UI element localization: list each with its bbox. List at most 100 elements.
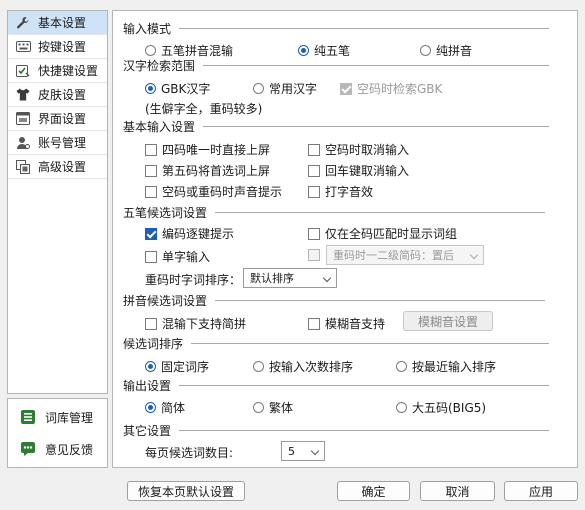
radio-button[interactable]	[298, 45, 309, 56]
checkbox-four-code-commit[interactable]: 四码唯一时直接上屏	[145, 141, 270, 158]
sidebar-item-label: 按键设置	[38, 40, 87, 54]
user-icon	[15, 135, 31, 151]
section-input-mode: 输入模式	[123, 21, 550, 36]
checkbox-mixed-abbr[interactable]: 混输下支持简拼	[145, 315, 246, 332]
shortcut-icon	[15, 63, 31, 79]
checkbox[interactable]	[145, 317, 157, 330]
per-page-select[interactable]: 5	[281, 441, 325, 461]
sidebar-item-interface[interactable]: 界面设置	[8, 107, 107, 131]
radio-label: 按最近输入排序	[412, 360, 497, 374]
radio-button[interactable]	[396, 402, 407, 413]
section-title: 五笔候选词设置	[123, 205, 208, 220]
radio-button[interactable]	[145, 45, 156, 56]
select-value: 5	[288, 444, 295, 458]
fuzzy-settings-button[interactable]: 模糊音设置	[403, 311, 493, 331]
checkbox[interactable]	[145, 143, 157, 156]
checkbox-label: 仅在全码匹配时显示词组	[325, 227, 458, 241]
checkbox[interactable]	[308, 164, 320, 177]
radio-button[interactable]	[253, 402, 264, 413]
feedback-link[interactable]: 意见反馈	[8, 435, 107, 463]
radio-button[interactable]	[145, 402, 156, 413]
checkbox-label: 编码逐键提示	[162, 227, 235, 241]
radio-button[interactable]	[396, 361, 407, 372]
charset-note: (生僻字全，重码较多)	[145, 102, 263, 116]
section-title: 基本输入设置	[123, 119, 196, 134]
settings-sidebar: 基本设置 按键设置 快捷键设置 皮肤设置 界面设置 账号管理 高级设置	[7, 10, 108, 394]
checkbox[interactable]	[308, 185, 320, 198]
radio-gbk[interactable]: GBK汉字	[145, 80, 210, 97]
dictionary-manager-link[interactable]: 词库管理	[8, 403, 107, 431]
apply-button[interactable]: 应用	[504, 481, 578, 501]
checkbox-single-char[interactable]: 单字输入	[145, 248, 210, 265]
radio-button[interactable]	[145, 83, 156, 94]
dictionary-icon	[20, 409, 36, 425]
checkbox-enter-cancel[interactable]: 回车键取消输入	[308, 162, 409, 179]
section-divider	[179, 429, 550, 431]
section-divider	[179, 384, 550, 386]
sidebar-item-basic[interactable]: 基本设置	[8, 11, 107, 35]
checkbox-label: 第五码将首选词上屏	[162, 164, 271, 178]
sidebar-item-keys[interactable]: 按键设置	[8, 35, 107, 59]
radio-pure-wubi[interactable]: 纯五笔	[298, 42, 350, 59]
radio-order-by-recent[interactable]: 按最近输入排序	[396, 358, 496, 375]
checkbox[interactable]	[145, 227, 157, 240]
radio-label: 繁体	[269, 401, 294, 415]
checkbox-label: 四码唯一时直接上屏	[162, 143, 271, 157]
radio-order-by-count[interactable]: 按输入次数排序	[253, 358, 353, 375]
radio-label: 按输入次数排序	[269, 360, 354, 374]
sidebar-item-label: 账号管理	[38, 136, 87, 150]
sidebar-item-label: 基本设置	[38, 16, 87, 30]
checkbox[interactable]	[145, 164, 157, 177]
checkbox[interactable]	[145, 250, 157, 263]
checkbox-empty-cancel[interactable]: 空码时取消输入	[308, 141, 409, 158]
checkbox[interactable]	[340, 82, 352, 95]
radio-button[interactable]	[253, 83, 264, 94]
cancel-button[interactable]: 取消	[420, 481, 495, 501]
restore-defaults-button[interactable]: 恢复本页默认设置	[127, 481, 245, 501]
shirt-icon	[15, 87, 31, 103]
section-basic-input: 基本输入设置	[123, 119, 550, 134]
radio-label: 大五码(BIG5)	[412, 401, 487, 415]
section-title: 输出设置	[123, 378, 172, 393]
radio-button[interactable]	[145, 361, 156, 372]
radio-button[interactable]	[420, 45, 431, 56]
radio-label: 纯五笔	[314, 44, 351, 58]
checkbox-fifth-code-commit[interactable]: 第五码将首选词上屏	[145, 162, 270, 179]
checkbox-sound-hint[interactable]: 空码或重码时声音提示	[145, 183, 282, 200]
checkbox-empty-code-gbk[interactable]: 空码时检索GBK	[340, 80, 442, 97]
radio-pure-pinyin[interactable]: 纯拼音	[420, 42, 472, 59]
radio-label: GBK汉字	[161, 82, 211, 96]
radio-button[interactable]	[253, 361, 264, 372]
sidebar-item-advanced[interactable]: 高级设置	[8, 155, 107, 179]
checkbox-label: 混输下支持简拼	[162, 317, 247, 331]
sort-select[interactable]: 默认排序	[243, 268, 337, 288]
sidebar-item-skin[interactable]: 皮肤设置	[8, 83, 107, 107]
section-divider	[203, 125, 550, 127]
radio-big5[interactable]: 大五码(BIG5)	[396, 399, 486, 416]
checkbox[interactable]	[145, 185, 157, 198]
radio-traditional[interactable]: 繁体	[253, 399, 293, 416]
checkbox-label: 模糊音支持	[325, 317, 386, 331]
radio-simplified[interactable]: 简体	[145, 399, 185, 416]
radio-label: 简体	[161, 401, 186, 415]
sidebar-item-label: 快捷键设置	[38, 64, 99, 78]
checkbox-typing-sound[interactable]: 打字音效	[308, 183, 373, 200]
checkbox-code-hint[interactable]: 编码逐键提示	[145, 225, 234, 242]
radio-fixed-order[interactable]: 固定词序	[145, 358, 209, 375]
radio-common-chars[interactable]: 常用汉字	[253, 80, 317, 97]
checkbox-full-code-only[interactable]: 仅在全码匹配时显示词组	[308, 225, 457, 242]
section-candidate-order: 候选词排序	[123, 336, 550, 351]
checkbox[interactable]	[308, 317, 320, 330]
checkbox[interactable]	[308, 143, 320, 156]
checkbox-fuzzy[interactable]: 模糊音支持	[308, 315, 385, 332]
section-other: 其它设置	[123, 423, 550, 438]
ok-button[interactable]: 确定	[337, 481, 410, 501]
second-level-select[interactable]: 重码时一二级简码：置后	[326, 245, 484, 265]
chevron-down-icon	[310, 446, 320, 456]
sidebar-item-account[interactable]: 账号管理	[8, 131, 107, 155]
keyboard-icon	[15, 39, 31, 55]
checkbox[interactable]	[308, 227, 320, 240]
checkbox-second-level[interactable]	[308, 249, 320, 261]
sidebar-item-shortcuts[interactable]: 快捷键设置	[8, 59, 107, 83]
sidebar-item-label: 界面设置	[38, 112, 87, 126]
